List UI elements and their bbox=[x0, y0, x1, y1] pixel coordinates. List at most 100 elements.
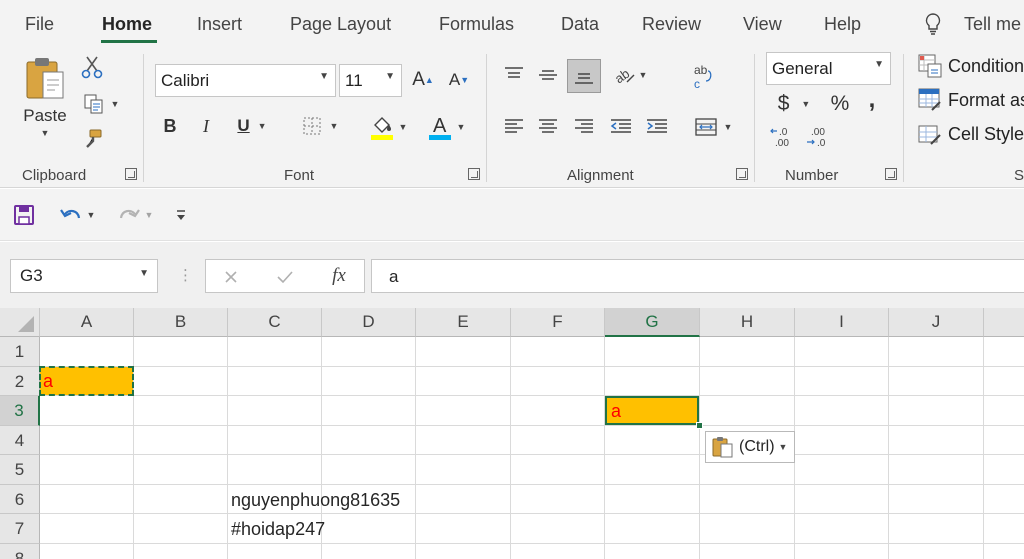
cut-icon[interactable] bbox=[80, 54, 104, 80]
alignment-dialog-launcher-icon[interactable] bbox=[736, 168, 748, 180]
bottom-align-icon[interactable] bbox=[567, 59, 601, 93]
underline-icon[interactable]: U ▼ bbox=[229, 112, 275, 140]
row-header-5[interactable]: 5 bbox=[0, 455, 40, 485]
gridline bbox=[699, 337, 700, 559]
clipboard-dialog-launcher-icon[interactable] bbox=[125, 168, 137, 180]
tab-file[interactable]: File bbox=[25, 14, 54, 35]
font-dialog-launcher-icon[interactable] bbox=[468, 168, 480, 180]
decrease-font-size-icon[interactable]: A ▼ bbox=[446, 66, 472, 94]
currency-format-button[interactable]: $ ▼ bbox=[770, 90, 818, 118]
format-painter-icon[interactable] bbox=[80, 126, 104, 152]
svg-text:.00: .00 bbox=[811, 127, 825, 138]
font-size-dropdown[interactable]: 11 ▼ bbox=[339, 64, 402, 97]
active-tab-indicator bbox=[101, 40, 157, 43]
gridline bbox=[40, 366, 1024, 367]
paste-options-button[interactable]: (Ctrl) ▼ bbox=[705, 431, 795, 463]
align-left-icon[interactable] bbox=[501, 114, 527, 140]
quick-access-toolbar: ▼ ▼ bbox=[0, 189, 1024, 241]
cell-g3[interactable]: a bbox=[605, 396, 699, 425]
ribbon-tab-bar: File Home Insert Page Layout Formulas Da… bbox=[0, 0, 1024, 46]
tab-data[interactable]: Data bbox=[561, 14, 599, 35]
bold-icon[interactable]: B bbox=[158, 112, 182, 140]
row-header-6[interactable]: 6 bbox=[0, 485, 40, 514]
select-all-corner[interactable] bbox=[0, 308, 40, 337]
top-align-icon[interactable] bbox=[501, 62, 527, 88]
cell-c6[interactable]: nguyenphuong81635 bbox=[231, 490, 400, 511]
wrap-text-icon[interactable]: ab c bbox=[690, 62, 716, 92]
undo-button[interactable]: ▼ bbox=[54, 202, 100, 228]
percent-icon: % bbox=[830, 92, 850, 115]
column-header-j[interactable]: J bbox=[889, 308, 984, 337]
worksheet-grid: A B C D E F G H I J 1 2 3 4 5 6 7 8 a a … bbox=[0, 308, 1024, 559]
cancel-icon[interactable] bbox=[220, 266, 242, 288]
middle-align-icon[interactable] bbox=[535, 62, 561, 88]
column-header-a[interactable]: A bbox=[40, 308, 134, 337]
cell-a2[interactable]: a bbox=[39, 366, 134, 396]
group-label-alignment: Alignment bbox=[567, 167, 634, 184]
tab-formulas[interactable]: Formulas bbox=[439, 14, 514, 35]
row-header-7[interactable]: 7 bbox=[0, 514, 40, 544]
cell-c7[interactable]: #hoidap247 bbox=[231, 519, 325, 540]
decrease-indent-icon[interactable] bbox=[607, 114, 635, 140]
column-header-c[interactable]: C bbox=[228, 308, 322, 337]
lightbulb-icon[interactable] bbox=[922, 11, 944, 37]
copy-icon[interactable]: ▼ bbox=[78, 91, 124, 117]
gridline bbox=[415, 337, 416, 559]
insert-function-icon[interactable]: fx bbox=[326, 264, 352, 288]
tab-review[interactable]: Review bbox=[642, 14, 701, 35]
format-as-table-button[interactable]: Format as bbox=[918, 88, 1024, 112]
percent-style-button[interactable]: % bbox=[826, 90, 854, 118]
tab-insert[interactable]: Insert bbox=[197, 14, 242, 35]
tab-view[interactable]: View bbox=[743, 14, 782, 35]
borders-icon[interactable]: ▼ bbox=[296, 112, 344, 140]
align-center-icon[interactable] bbox=[535, 114, 561, 140]
cell-styles-button[interactable]: Cell Styles bbox=[918, 122, 1024, 146]
tab-help[interactable]: Help bbox=[824, 14, 861, 35]
fill-handle[interactable] bbox=[696, 422, 703, 429]
group-separator bbox=[903, 54, 904, 182]
conditional-formatting-button[interactable]: Conditional bbox=[918, 54, 1024, 78]
row-header-3[interactable]: 3 bbox=[0, 396, 40, 426]
conditional-formatting-icon bbox=[918, 54, 942, 78]
cell-styles-label: Cell Styles bbox=[948, 123, 1024, 144]
merge-center-icon[interactable]: ▼ bbox=[688, 114, 738, 140]
column-header-b[interactable]: B bbox=[134, 308, 228, 337]
customize-toolbar-icon[interactable] bbox=[172, 205, 190, 225]
column-header-k[interactable] bbox=[984, 308, 1024, 337]
column-header-i[interactable]: I bbox=[795, 308, 889, 337]
formula-input[interactable]: a bbox=[371, 259, 1024, 293]
column-header-h[interactable]: H bbox=[700, 308, 795, 337]
tab-page-layout[interactable]: Page Layout bbox=[290, 14, 391, 35]
column-header-e[interactable]: E bbox=[416, 308, 511, 337]
row-header-4[interactable]: 4 bbox=[0, 426, 40, 455]
enter-checkmark-icon[interactable] bbox=[274, 266, 296, 288]
orientation-icon[interactable]: ab ▼ bbox=[608, 62, 652, 88]
increase-indent-icon[interactable] bbox=[643, 114, 671, 140]
number-dialog-launcher-icon[interactable] bbox=[885, 168, 897, 180]
column-header-g[interactable]: G bbox=[605, 308, 700, 337]
increase-decimal-icon[interactable]: .0.00 bbox=[768, 124, 796, 150]
save-icon[interactable] bbox=[12, 203, 36, 227]
row-header-8[interactable]: 8 bbox=[0, 544, 40, 559]
paste-button[interactable]: Paste ▼ bbox=[20, 56, 70, 148]
fill-color-icon[interactable]: ▼ bbox=[364, 112, 412, 142]
gridline bbox=[40, 425, 1024, 426]
align-right-icon[interactable] bbox=[571, 114, 597, 140]
column-header-f[interactable]: F bbox=[511, 308, 605, 337]
name-box[interactable]: G3 ▼ bbox=[10, 259, 158, 293]
column-header-d[interactable]: D bbox=[322, 308, 416, 337]
italic-icon[interactable]: I bbox=[194, 112, 218, 140]
increase-font-size-icon[interactable]: A ▲ bbox=[410, 66, 436, 94]
tab-home[interactable]: Home bbox=[102, 14, 152, 35]
row-header-2[interactable]: 2 bbox=[0, 367, 40, 396]
tell-me-search[interactable]: Tell me bbox=[964, 14, 1021, 35]
number-format-value: General bbox=[772, 59, 833, 78]
font-color-icon[interactable]: A ▼ bbox=[422, 112, 470, 142]
decrease-decimal-icon[interactable]: .00.0 bbox=[804, 124, 832, 150]
comma-style-button[interactable]: , bbox=[862, 86, 882, 114]
number-format-dropdown[interactable]: General ▼ bbox=[766, 52, 891, 85]
redo-button[interactable]: ▼ bbox=[112, 202, 158, 228]
row-header-1[interactable]: 1 bbox=[0, 337, 40, 367]
chevron-down-icon: ▼ bbox=[385, 71, 395, 82]
font-name-dropdown[interactable]: Calibri ▼ bbox=[155, 64, 336, 97]
